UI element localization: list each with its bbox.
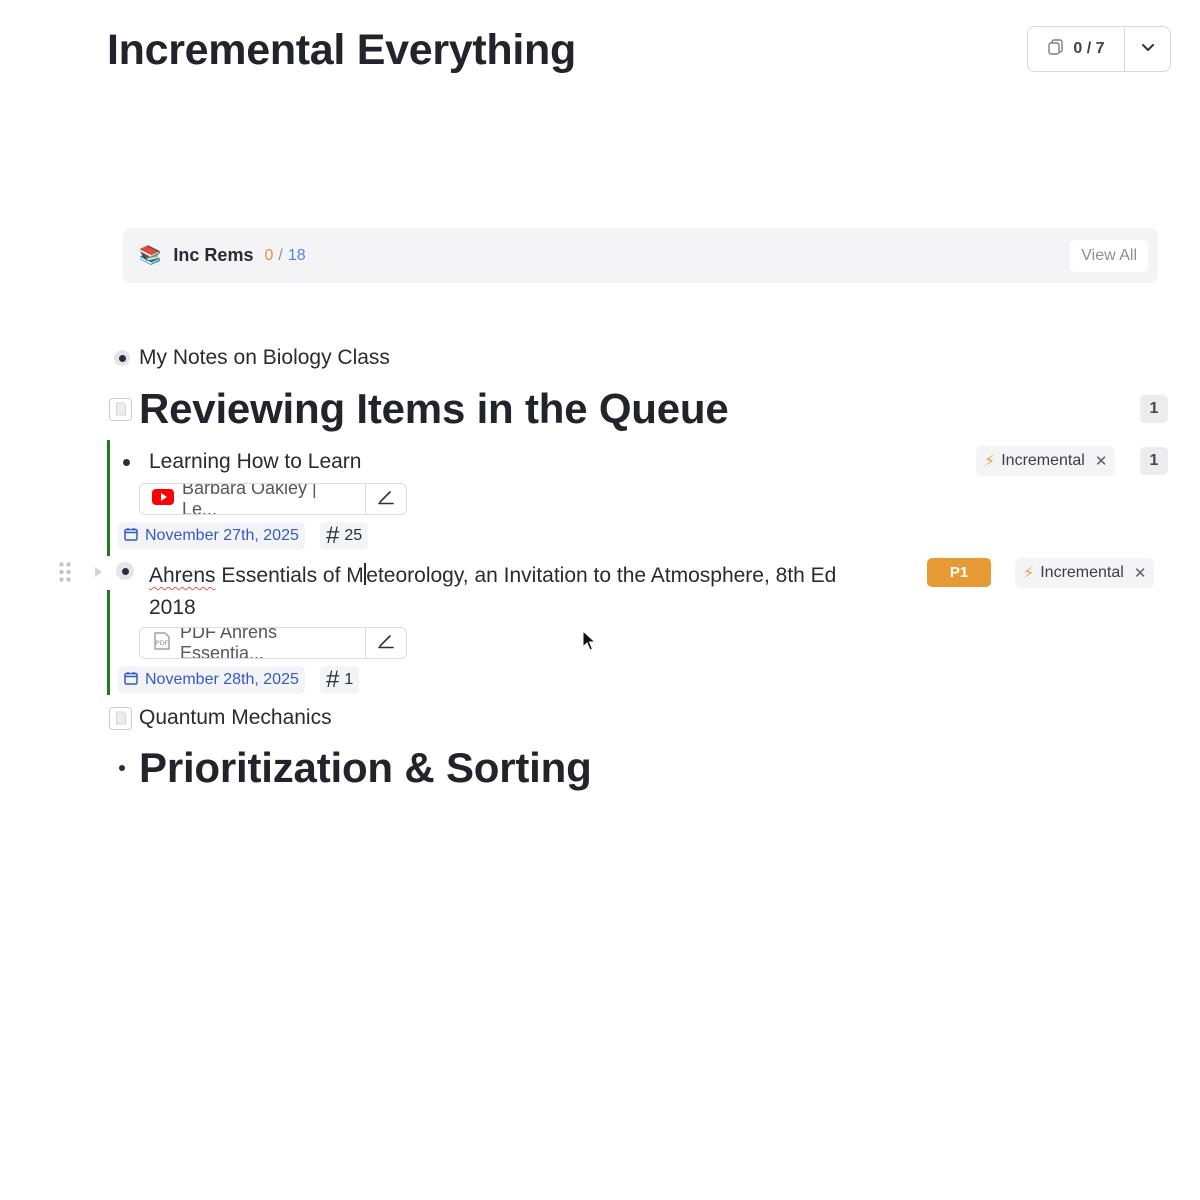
hash-icon: #: [326, 666, 340, 693]
hash-count[interactable]: # 1: [320, 666, 360, 694]
outline-item-text-line2[interactable]: 2018: [149, 596, 196, 619]
outline-item-biology[interactable]: My Notes on Biology Class: [114, 345, 390, 371]
hash-count[interactable]: # 25: [320, 522, 369, 550]
source-link-text: Barbara Oakley | Le...: [182, 484, 317, 514]
hash-count-value: 1: [344, 671, 354, 688]
page: Incremental Everything 0 / 7 📚 Inc Rems …: [0, 0, 1200, 1200]
date-text: November 27th, 2025: [145, 527, 299, 544]
inc-rems-count-separator: /: [278, 246, 283, 264]
card-counter-value: 0 / 7: [1073, 40, 1105, 57]
bullet-icon[interactable]: [119, 765, 125, 771]
inc-rems-total-count: 18: [287, 246, 306, 264]
selection-bar: [107, 590, 110, 695]
pdf-icon: PDF: [152, 631, 172, 655]
triangle-right-icon[interactable]: [93, 565, 103, 583]
misspelled-word[interactable]: Ahrens: [149, 564, 216, 587]
outline-item-reviewing[interactable]: Reviewing Items in the Queue: [109, 384, 729, 434]
descendant-count-badge[interactable]: 1: [1140, 395, 1168, 423]
close-icon[interactable]: ✕: [1095, 452, 1108, 470]
outline-item-text-before-caret[interactable]: Essentials of M: [216, 564, 363, 587]
page-title[interactable]: Incremental Everything: [107, 26, 576, 75]
lightning-icon: ⚡: [1023, 565, 1035, 582]
drag-handle[interactable]: [58, 561, 72, 588]
mouse-cursor: [582, 629, 597, 657]
outline-item-quantum[interactable]: Quantum Mechanics: [109, 704, 332, 732]
edit-source-button[interactable]: [366, 484, 406, 514]
hash-count-value: 25: [344, 527, 363, 544]
outline-item-prioritization[interactable]: Prioritization & Sorting: [119, 742, 592, 794]
document-icon[interactable]: [109, 397, 132, 421]
inc-rems-done-count: 0: [264, 246, 274, 264]
card-counter-button[interactable]: 0 / 7: [1028, 27, 1125, 71]
outline-item-text-after-caret[interactable]: eteorology, an Invitation to the Atmosph…: [366, 564, 836, 587]
chevron-down-icon: [1141, 40, 1155, 58]
calendar-icon: [124, 671, 138, 690]
drag-handle-icon[interactable]: [58, 561, 72, 588]
collapse-toggle[interactable]: [93, 566, 103, 582]
incremental-tag-label: Incremental: [1001, 452, 1085, 469]
source-link[interactable]: Barbara Oakley | Le...: [139, 483, 407, 515]
outline-item-text[interactable]: My Notes on Biology Class: [139, 346, 390, 370]
bullet-icon[interactable]: [116, 562, 134, 580]
bullet-icon[interactable]: [123, 458, 130, 466]
youtube-icon: [152, 488, 174, 510]
descendant-count-badge[interactable]: 1: [1140, 447, 1168, 475]
card-counter[interactable]: 0 / 7: [1027, 26, 1171, 72]
lightning-icon: ⚡: [984, 453, 996, 470]
source-link-main[interactable]: PDF PDF Ahrens Essentia...: [140, 628, 366, 658]
books-icon: 📚: [139, 245, 162, 265]
date-text: November 28th, 2025: [145, 671, 299, 688]
source-link-text: PDF Ahrens Essentia...: [180, 628, 278, 658]
outline-item-ahrens-bullet[interactable]: [116, 562, 134, 580]
date-reference[interactable]: November 28th, 2025: [118, 666, 305, 694]
selection-bar: [107, 440, 110, 556]
priority-badge[interactable]: P1: [927, 558, 991, 587]
outline-item-ahrens[interactable]: Ahrens Essentials of Meteorology, an Inv…: [149, 560, 909, 624]
incremental-tag-label: Incremental: [1040, 564, 1124, 581]
bullet-icon[interactable]: [114, 350, 130, 366]
document-icon[interactable]: [109, 706, 132, 730]
incremental-tag[interactable]: ⚡ Incremental ✕: [1015, 558, 1155, 588]
inc-rems-panel: 📚 Inc Rems 0 / 18 View All: [123, 228, 1158, 283]
source-link-main[interactable]: Barbara Oakley | Le...: [140, 484, 366, 514]
edit-source-button[interactable]: [366, 628, 406, 658]
cards-icon: [1047, 38, 1065, 61]
hash-icon: #: [326, 522, 340, 549]
view-all-button[interactable]: View All: [1070, 239, 1148, 272]
outline-item-text[interactable]: Learning How to Learn: [149, 450, 361, 474]
svg-text:PDF: PDF: [156, 639, 169, 647]
pencil-icon: [377, 489, 395, 510]
source-link[interactable]: PDF PDF Ahrens Essentia...: [139, 627, 407, 659]
card-counter-dropdown[interactable]: [1125, 27, 1170, 71]
incremental-tag[interactable]: ⚡ Incremental ✕: [976, 446, 1116, 476]
calendar-icon: [124, 527, 138, 546]
outline-item-text[interactable]: Quantum Mechanics: [139, 706, 332, 730]
outline-item-heading[interactable]: Prioritization & Sorting: [139, 744, 592, 792]
close-icon[interactable]: ✕: [1134, 564, 1147, 582]
pencil-icon: [377, 633, 395, 654]
inc-rems-label: Inc Rems: [173, 245, 254, 265]
outline-item-heading[interactable]: Reviewing Items in the Queue: [139, 385, 729, 433]
outline-item-learning[interactable]: Learning How to Learn: [123, 448, 361, 476]
date-reference[interactable]: November 27th, 2025: [118, 522, 305, 550]
